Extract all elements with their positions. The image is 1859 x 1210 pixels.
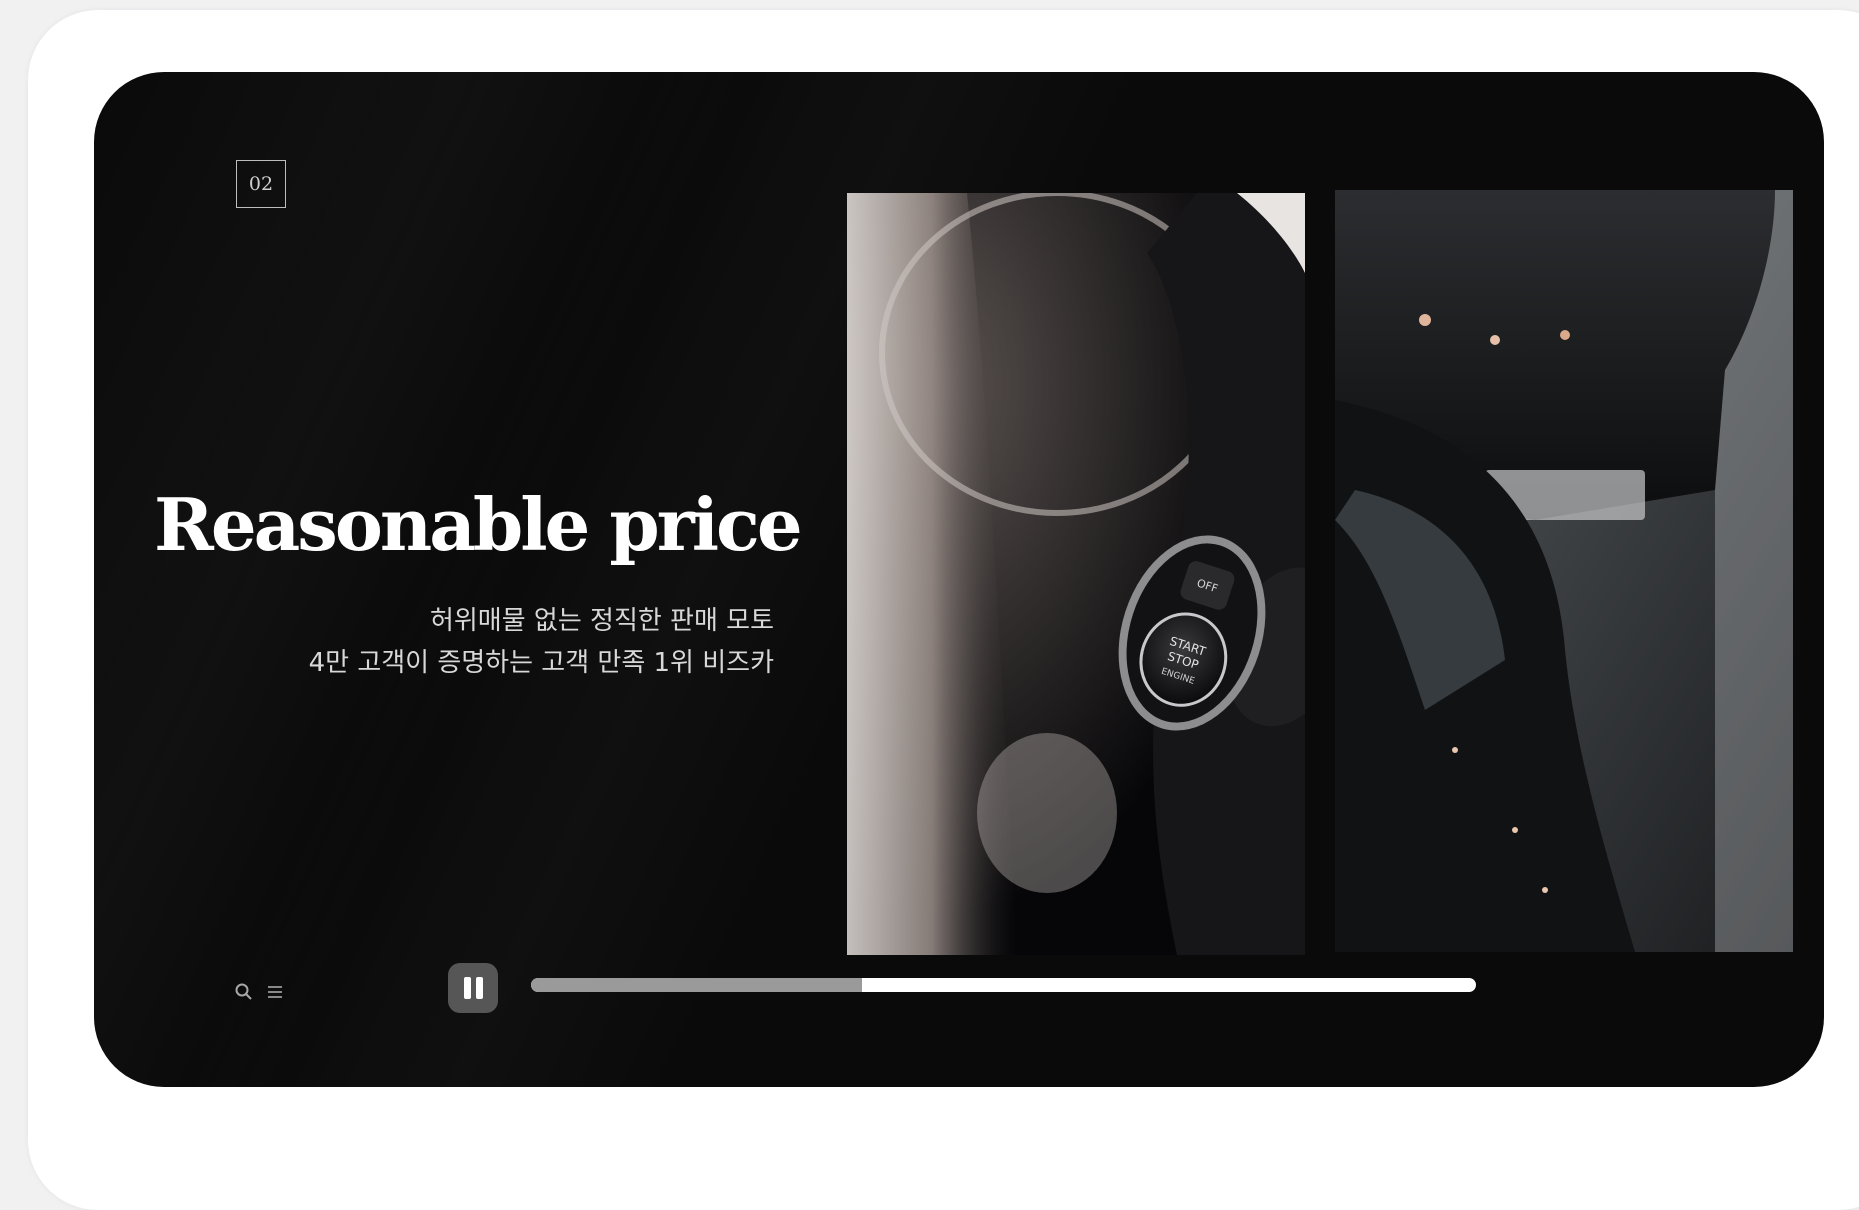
progress-fill xyxy=(531,978,862,992)
pause-icon xyxy=(463,977,471,999)
cars-illustration xyxy=(1335,190,1793,952)
slider-progress-bar[interactable] xyxy=(531,978,1476,992)
footer-icons xyxy=(234,982,284,1006)
car-start-stop-button-photo: OFF START STOP ENGINE xyxy=(847,193,1305,955)
subtitle-line-2: 4만 고객이 증명하는 고객 만족 1위 비즈카 xyxy=(308,648,774,678)
slide-number-badge: 02 xyxy=(236,160,286,208)
headline: Reasonable price xyxy=(154,482,803,567)
pause-button[interactable] xyxy=(448,963,498,1013)
search-icon[interactable] xyxy=(234,982,254,1006)
menu-icon[interactable] xyxy=(266,983,284,1005)
parked-black-cars-photo xyxy=(1335,190,1793,952)
hero-slider: 02 Reasonable price 허위매물 없는 정직한 판매 모토 4만… xyxy=(94,72,1824,1087)
start-button-illustration: OFF START STOP ENGINE xyxy=(847,193,1305,955)
subtitle-line-1: 허위매물 없는 정직한 판매 모토 xyxy=(429,606,774,636)
